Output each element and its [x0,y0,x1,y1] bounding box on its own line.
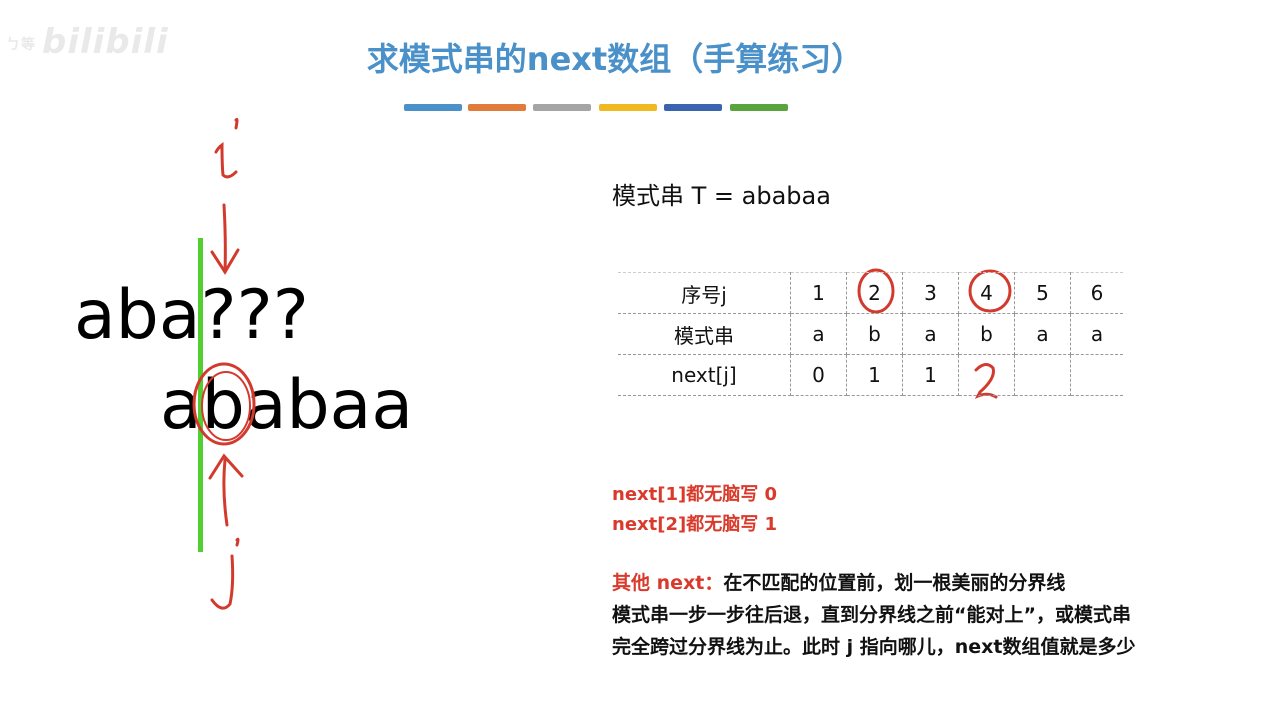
next-cell: 1 [846,354,903,396]
pattern-cell: a [790,313,847,355]
marker-j [208,453,244,610]
explanation-line-1-text: 在不匹配的位置前，划一根美丽的分界线 [723,572,1066,594]
pattern-cell: b [846,313,903,355]
row-label-next: next[j] [618,354,791,396]
next-cell [1070,354,1123,396]
next-cell: 0 [790,354,847,396]
color-bar-2 [468,104,526,111]
pattern-string: ababaa [160,366,414,445]
color-bar-6 [730,104,788,111]
color-bar-5 [664,104,722,111]
slide-title: 求模式串的next数组（手算练习） [366,40,864,78]
row-label-index: 序号j [618,272,791,314]
pattern-cell: a [902,313,959,355]
rule-next-2: next[2]都无脑写 1 [612,514,778,535]
main-string: aba??? [74,276,309,355]
table-row: 模式串 a b a b a a [618,313,1123,355]
rule-next-1: next[1]都无脑写 0 [612,484,778,505]
next-cell-handwritten [958,354,1015,396]
explanation-line-1: 其他 next：在不匹配的位置前，划一根美丽的分界线 [612,568,1065,595]
index-cell: 3 [902,272,959,314]
next-cell [1014,354,1071,396]
marker-i [210,117,240,275]
color-bar-1 [404,104,462,111]
color-bar-4 [599,104,657,111]
explanation-lead: 其他 next： [612,572,724,594]
index-cell: 6 [1070,272,1123,314]
index-cell: 4 [958,272,1015,314]
index-cell: 5 [1014,272,1071,314]
next-table: 序号j 1 2 3 4 5 6 模式串 a b a b a a next[j] … [618,272,1123,396]
table-row: 序号j 1 2 3 4 5 6 [618,272,1123,314]
pattern-cell: a [1070,313,1123,355]
index-cell: 1 [790,272,847,314]
color-bar-3 [533,104,591,111]
pattern-cell: a [1014,313,1071,355]
pattern-cell: b [958,313,1015,355]
pattern-label: 模式串 T = ababaa [612,182,831,210]
explanation-line-2: 模式串一步一步往后退，直到分界线之前“能对上”，或模式串 [612,604,1131,626]
next-cell: 1 [902,354,959,396]
index-cell: 2 [846,272,903,314]
table-row: next[j] 0 1 1 [618,354,1123,396]
explanation-line-3: 完全跨过分界线为止。此时 j 指向哪儿，next数组值就是多少 [612,636,1136,658]
row-label-pattern: 模式串 [618,313,791,355]
